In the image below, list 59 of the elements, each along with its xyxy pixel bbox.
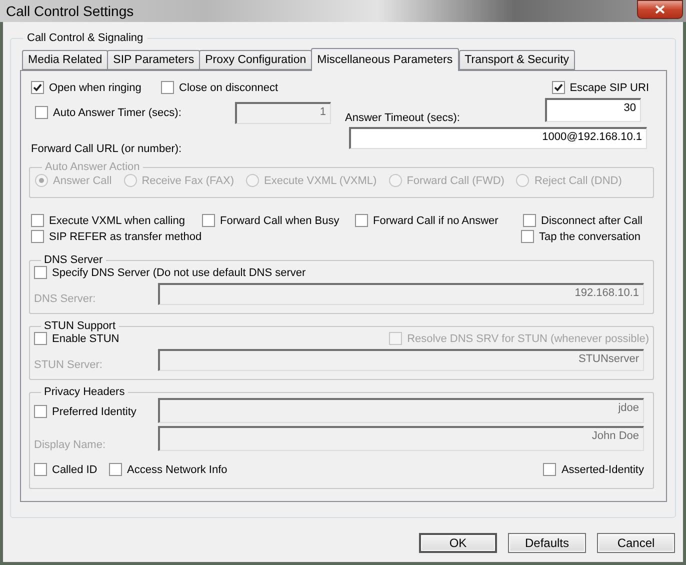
window-title: Call Control Settings	[6, 3, 134, 19]
checkbox[interactable]	[34, 266, 47, 279]
checkbox-label: Forward Call if no Answer	[373, 214, 498, 226]
field-label: Display Name:	[34, 439, 107, 451]
checkbox[interactable]	[31, 81, 44, 94]
checkbox-label: Tap the conversation	[539, 230, 641, 242]
dialog-button[interactable]: OK	[419, 533, 497, 553]
checkbox[interactable]	[34, 463, 47, 476]
dialog-button[interactable]: Cancel	[597, 533, 675, 553]
group-title: Auto Answer Action	[44, 161, 141, 173]
timeout-field[interactable]: 30	[545, 98, 641, 122]
close-button[interactable]	[637, 0, 683, 19]
group-title: STUN Support	[43, 320, 117, 332]
checkbox-label: Disconnect after Call	[541, 214, 642, 226]
radio-label: Receive Fax (FAX)	[142, 174, 234, 186]
checkbox[interactable]	[523, 214, 536, 227]
checkbox-label: Close on disconnect	[179, 82, 278, 94]
checkbox-label: Access Network Info	[127, 464, 228, 476]
radio-label: Execute VXML (VXML)	[264, 174, 377, 186]
radio-label: Forward Call (FWD)	[406, 174, 504, 186]
field-label: Forward Call URL (or number):	[31, 143, 183, 155]
field-label: DNS Server:	[34, 293, 97, 305]
checkbox[interactable]	[355, 214, 368, 227]
checkbox-label: Auto Answer Timer (secs):	[53, 106, 182, 118]
tab[interactable]: Transport & Security	[458, 50, 576, 70]
tab[interactable]: Proxy Configuration	[199, 50, 312, 70]
tab[interactable]: SIP Parameters	[107, 50, 200, 70]
tab[interactable]: Media Related	[22, 50, 108, 70]
checkbox-label: Preferred Identity	[52, 406, 136, 418]
checkbox[interactable]	[552, 81, 565, 94]
checkbox-label: Specify DNS Server (Do not use default DNS server	[52, 266, 306, 278]
checkbox-label: Forward Call when Busy	[220, 214, 340, 226]
field-label: STUN Server:	[34, 359, 104, 371]
checkbox-label: Open when ringing	[49, 82, 142, 94]
checkbox-label: Enable STUN	[52, 332, 120, 344]
checkbox-label: Escape SIP URI	[570, 82, 649, 94]
checkbox-label: Asserted-Identity	[561, 464, 644, 476]
group-title: Call Control & Signaling	[26, 32, 144, 44]
checkbox[interactable]	[521, 230, 534, 243]
dialog-button[interactable]: Defaults	[508, 533, 586, 553]
checkbox[interactable]	[202, 214, 215, 227]
checkbox[interactable]	[31, 230, 44, 243]
checkbox[interactable]	[34, 332, 47, 345]
field-label: Answer Timeout (secs):	[345, 112, 461, 124]
close-icon	[655, 5, 665, 14]
radio-label: Answer Call	[53, 174, 112, 186]
checkbox[interactable]	[543, 463, 556, 476]
checkbox-label: SIP REFER as transfer method	[49, 230, 202, 242]
forward-url-field[interactable]: 1000@192.168.10.1	[349, 127, 647, 149]
checkbox[interactable]	[109, 463, 122, 476]
group-title: DNS Server	[43, 254, 104, 266]
tab[interactable]: Miscellaneous Parameters	[311, 48, 459, 71]
checkbox[interactable]	[31, 214, 44, 227]
checkbox-label: Execute VXML when calling	[49, 214, 185, 226]
group-title: Privacy Headers	[43, 386, 126, 398]
radio-label: Reject Call (DND)	[534, 174, 622, 186]
checkbox[interactable]	[161, 81, 174, 94]
checkbox-label: Resolve DNS SRV for STUN (whenever possible)	[407, 332, 649, 344]
checkbox-label: Called ID	[52, 464, 98, 476]
